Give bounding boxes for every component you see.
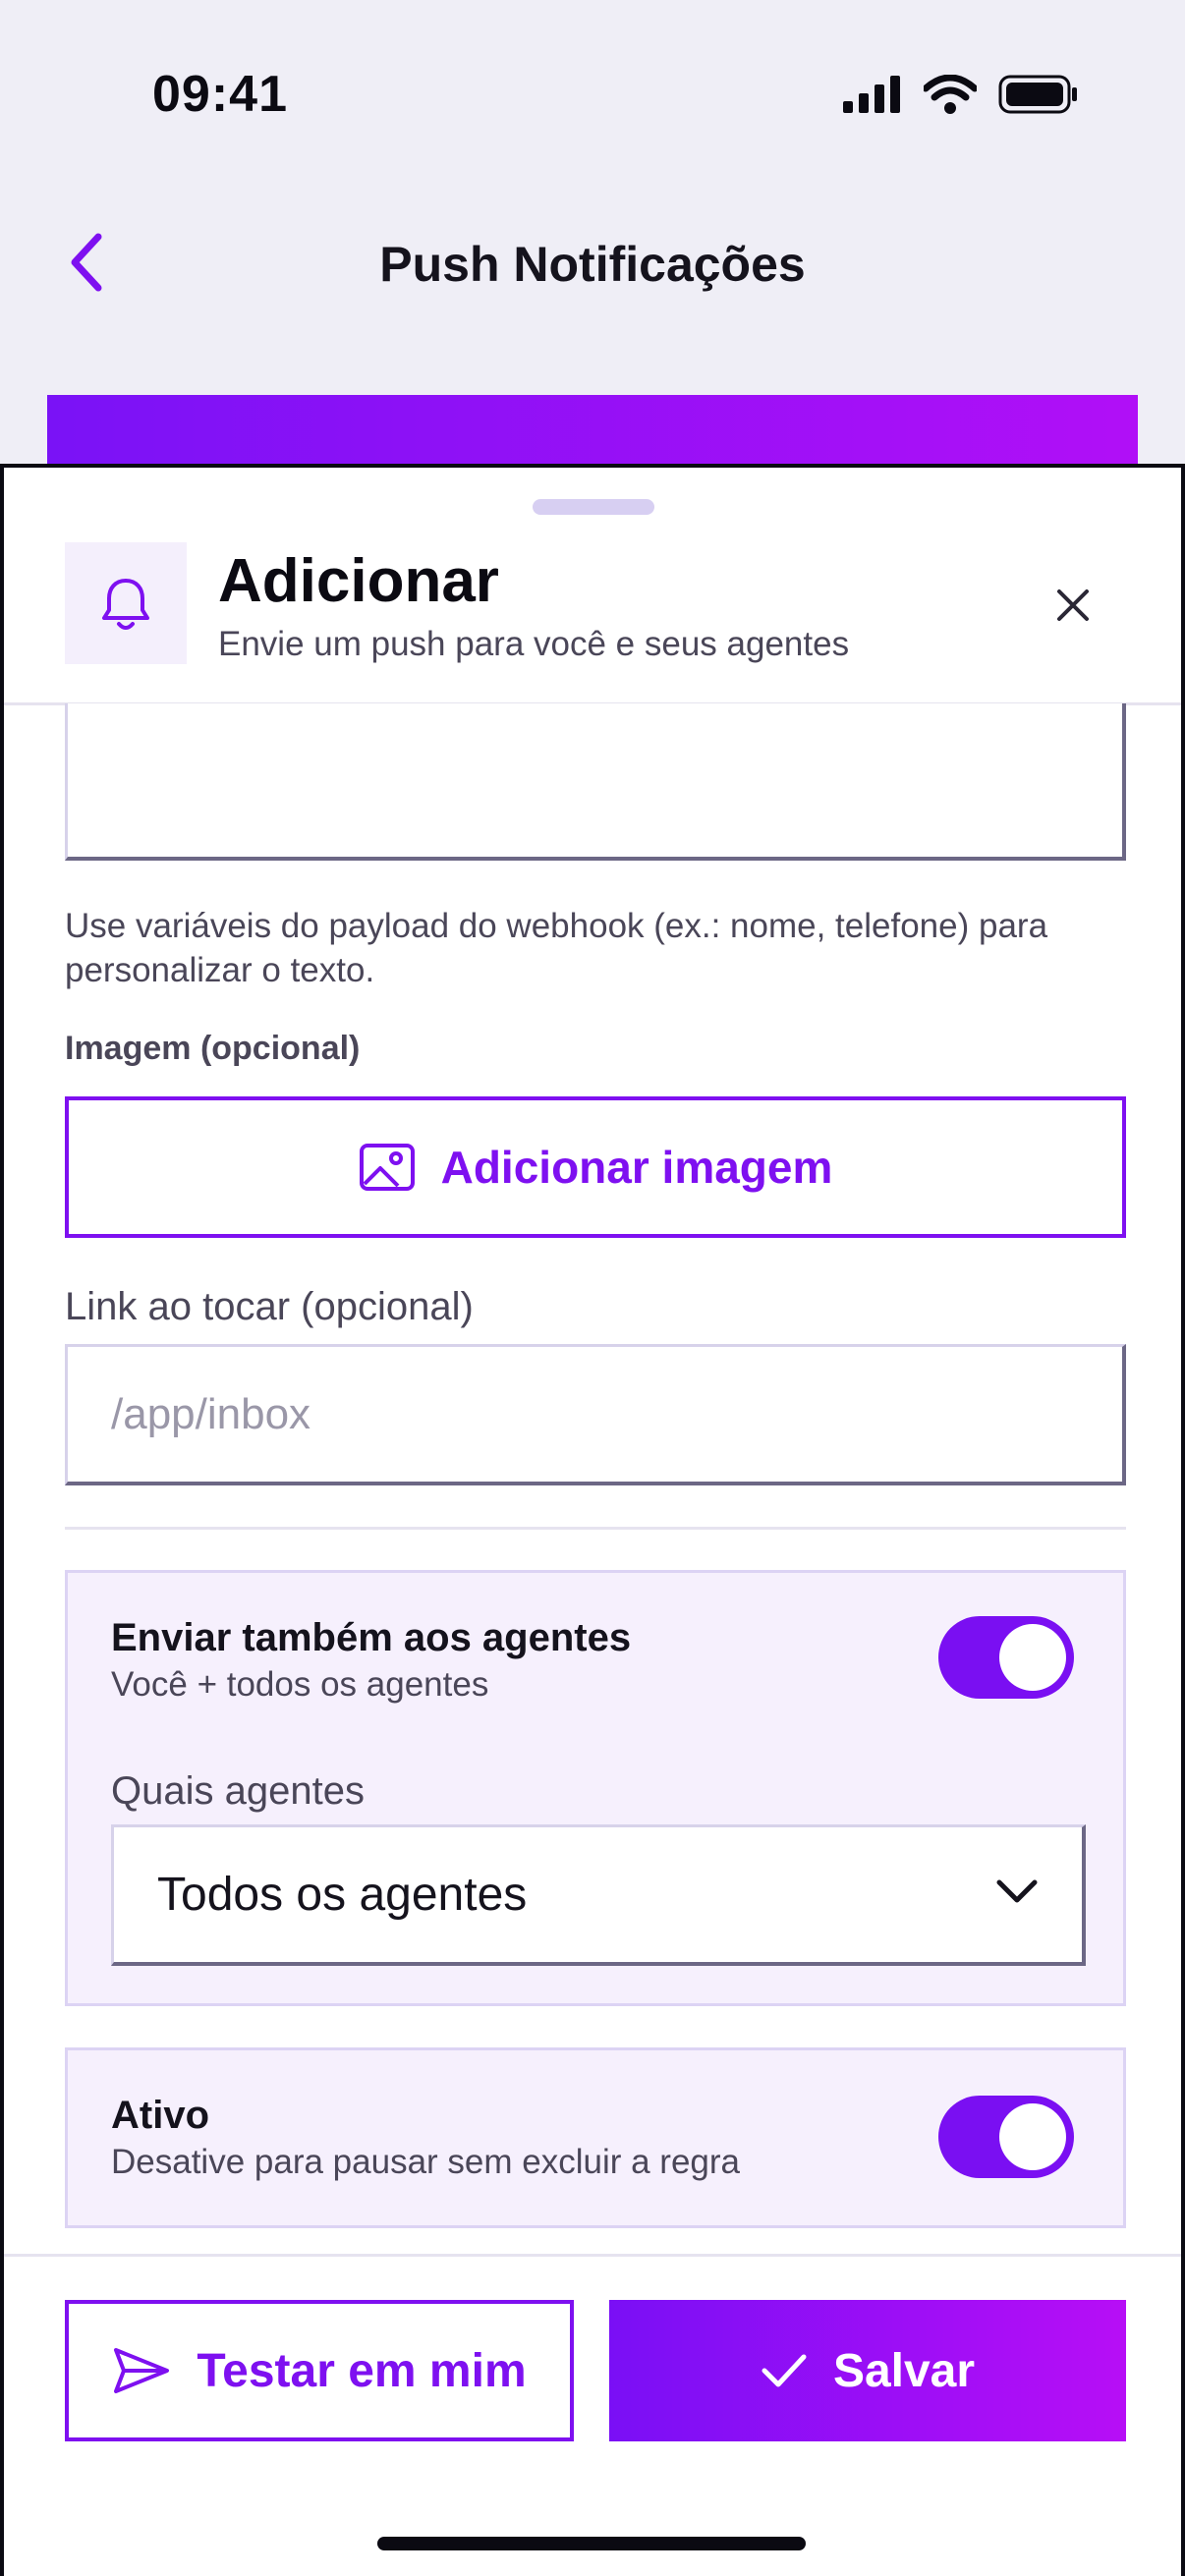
status-icons [843, 75, 1079, 114]
agents-card-title: Enviar também aos agentes [111, 1616, 632, 1659]
agents-select[interactable]: Todos os agentes [111, 1824, 1086, 1966]
sheet-header: Adicionar Envie um push para você e seus… [4, 468, 1181, 705]
save-button[interactable]: Salvar [609, 2300, 1126, 2441]
active-card-title: Ativo [111, 2094, 209, 2137]
send-icon [114, 2348, 170, 2393]
save-button-label: Salvar [832, 2344, 976, 2397]
message-textarea[interactable] [65, 703, 1126, 861]
add-image-label: Adicionar imagem [440, 1142, 833, 1193]
agents-select-label: Quais agentes [111, 1769, 365, 1813]
header-icon-box [65, 542, 187, 664]
sheet-title: Adicionar [218, 547, 499, 615]
status-time: 09:41 [152, 66, 288, 123]
signal-icon [843, 76, 900, 113]
active-card: Ativo Desative para pausar sem excluir a… [65, 2047, 1126, 2228]
link-input[interactable]: /app/inbox [65, 1344, 1126, 1485]
helper-text: Use variáveis do payload do webhook (ex.… [65, 907, 1048, 989]
link-label: Link ao tocar (opcional) [65, 1285, 474, 1328]
bell-icon [102, 579, 149, 630]
bottom-sheet: Adicionar Envie um push para você e seus… [0, 464, 1185, 2576]
page-title: Push Notificações [379, 237, 806, 292]
home-indicator [377, 2537, 806, 2550]
test-button[interactable]: Testar em mim [65, 2300, 574, 2441]
close-button[interactable] [1044, 576, 1102, 635]
image-icon [359, 1144, 415, 1191]
send-agents-toggle[interactable] [938, 1616, 1074, 1699]
close-icon [1057, 589, 1089, 621]
sheet-footer: Testar em mim Salvar [4, 2254, 1181, 2576]
active-toggle[interactable] [938, 2096, 1074, 2178]
check-icon [762, 2354, 807, 2387]
toggle-knob [999, 2103, 1066, 2170]
active-card-subtitle: Desative para pausar sem excluir a regra [111, 2143, 741, 2181]
status-bar: 09:41 [0, 0, 1185, 187]
agents-select-value: Todos os agentes [157, 1869, 528, 1921]
image-label: Imagem (opcional) [65, 1030, 361, 1067]
wifi-icon [924, 75, 977, 114]
test-button-label: Testar em mim [197, 2344, 527, 2397]
agents-card: Enviar também aos agentes Você + todos o… [65, 1570, 1126, 2006]
section-divider [65, 1527, 1126, 1530]
toggle-knob [999, 1624, 1066, 1691]
agents-card-subtitle: Você + todos os agentes [111, 1665, 489, 1704]
chevron-down-icon [996, 1879, 1038, 1903]
add-image-button[interactable]: Adicionar imagem [65, 1096, 1126, 1238]
sheet-subtitle: Envie um push para você e seus agentes [218, 625, 850, 663]
battery-icon [998, 75, 1077, 114]
sheet-grabber[interactable] [533, 499, 654, 515]
background-banner [47, 395, 1138, 474]
